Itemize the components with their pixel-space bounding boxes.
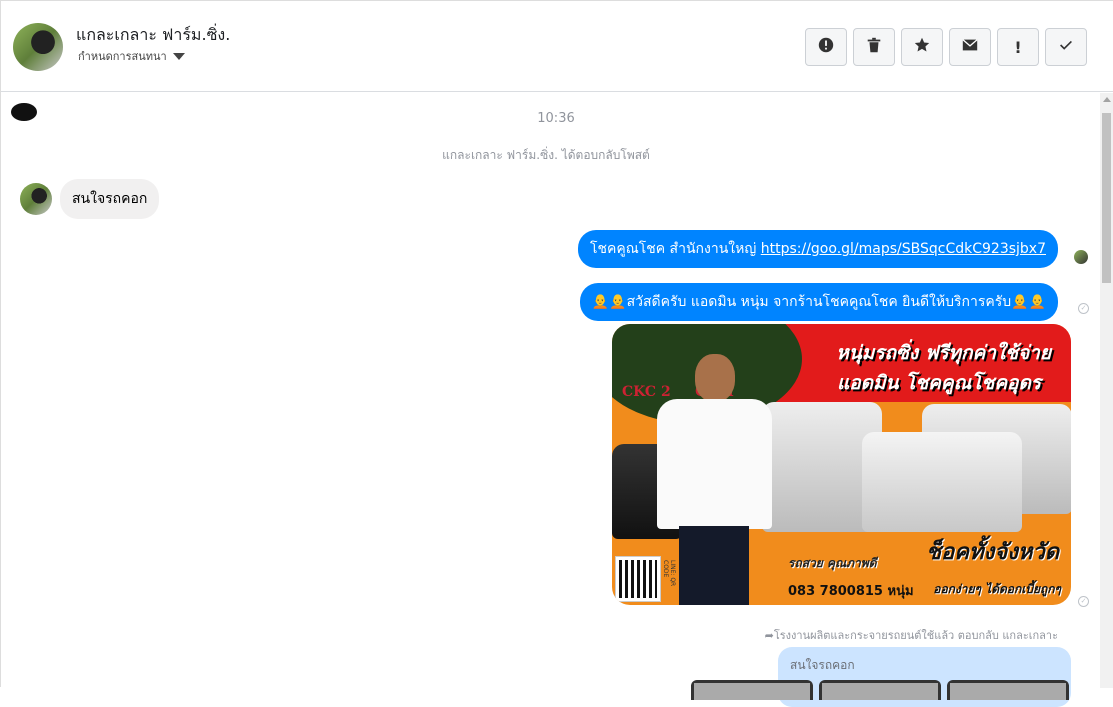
incoming-message: สนใจรถคอก — [60, 179, 160, 219]
delete-button[interactable] — [853, 28, 895, 66]
qr-code — [615, 556, 661, 602]
image-thumbnail[interactable] — [691, 680, 813, 700]
promo-image[interactable]: CKC 2 COM หนุ่มรถซิ่ง ฟรีทุกค่าใช้จ่าย แ… — [612, 324, 1071, 605]
mark-unread-button[interactable] — [949, 28, 991, 66]
scroll-up-icon[interactable] — [1103, 97, 1111, 102]
report-icon — [817, 36, 835, 58]
toolbar: ! — [805, 28, 1087, 66]
scrollbar[interactable] — [1100, 93, 1113, 688]
reply-label-text: โรงงานผลิตและกระจายรถยนต์ใช้แล้ว ตอบกลับ… — [773, 629, 1058, 642]
maps-link[interactable]: https://goo.gl/maps/SBSqcCdkC923sjbx7 — [761, 241, 1046, 257]
qr-label: LINE: QR CODE — [662, 560, 676, 587]
envelope-icon — [961, 36, 979, 58]
contact-name[interactable]: แกละเกลาะ ฟาร์ม.ซิ่ง. — [76, 23, 230, 48]
contact-avatar-small — [20, 183, 52, 215]
check-icon — [1057, 36, 1075, 58]
done-button[interactable] — [1045, 28, 1087, 66]
quoted-images — [691, 680, 1069, 700]
exclamation-icon: ! — [1014, 37, 1022, 57]
image-headline: แอดมิน โชคคูณโชคอุดร — [836, 372, 1041, 394]
star-button[interactable] — [901, 28, 943, 66]
trash-icon — [865, 36, 883, 58]
image-tagline: ออกง่ายๆ ได้ดอกเบี้ยถูกๆ — [933, 582, 1061, 596]
conversation-settings-dropdown[interactable]: กำหนดการสนทนา — [78, 47, 185, 65]
reply-arrow-icon: ➦ — [764, 629, 774, 642]
message-text: โชคคูณโชค สำนักงานใหญ่ — [589, 241, 761, 257]
reply-label: ➦โรงงานผลิตและกระจายรถยนต์ใช้แล้ว ตอบกลั… — [765, 626, 1058, 644]
image-big-text: ช็อคทั้งจังหวัด — [926, 540, 1059, 565]
contact-avatar[interactable] — [13, 23, 63, 71]
system-message: แกละเกลาะ ฟาร์ม.ซิ่ง. ได้ตอบกลับโพสต์ — [442, 148, 650, 162]
caret-down-icon — [172, 52, 185, 60]
subtitle-label: กำหนดการสนทนา — [78, 50, 167, 63]
spam-button[interactable]: ! — [997, 28, 1039, 66]
image-phone: 083 7800815 หนุ่ม — [788, 584, 914, 599]
image-headline: หนุ่มรถซิ่ง ฟรีทุกค่าใช้จ่าย — [836, 342, 1051, 364]
report-button[interactable] — [805, 28, 847, 66]
star-icon — [913, 36, 931, 58]
timestamp: 10:36 — [537, 111, 575, 126]
outgoing-message: 🧑‍🦲🧑‍🦲สวัสดีครับ แอดมิน หนุ่ม จากร้านโชค… — [579, 283, 1058, 321]
scrollbar-thumb[interactable] — [1102, 113, 1111, 283]
read-receipt-avatar — [1074, 250, 1088, 264]
image-thumbnail[interactable] — [947, 680, 1069, 700]
message-thread: 10:36 แกละเกลาะ ฟาร์ม.ซิ่ง. ได้ตอบกลับโพ… — [1, 93, 1101, 707]
image-sub-text: รถสวย คุณภาพดี — [788, 556, 877, 570]
image-thumbnail[interactable] — [819, 680, 941, 700]
sent-check-icon: ✓ — [1078, 303, 1089, 314]
conversation-header: แกละเกลาะ ฟาร์ม.ซิ่ง. กำหนดการสนทนา ! — [1, 1, 1113, 92]
sent-check-icon: ✓ — [1078, 596, 1089, 607]
outgoing-message: โชคคูณโชค สำนักงานใหญ่ https://goo.gl/ma… — [577, 230, 1058, 268]
